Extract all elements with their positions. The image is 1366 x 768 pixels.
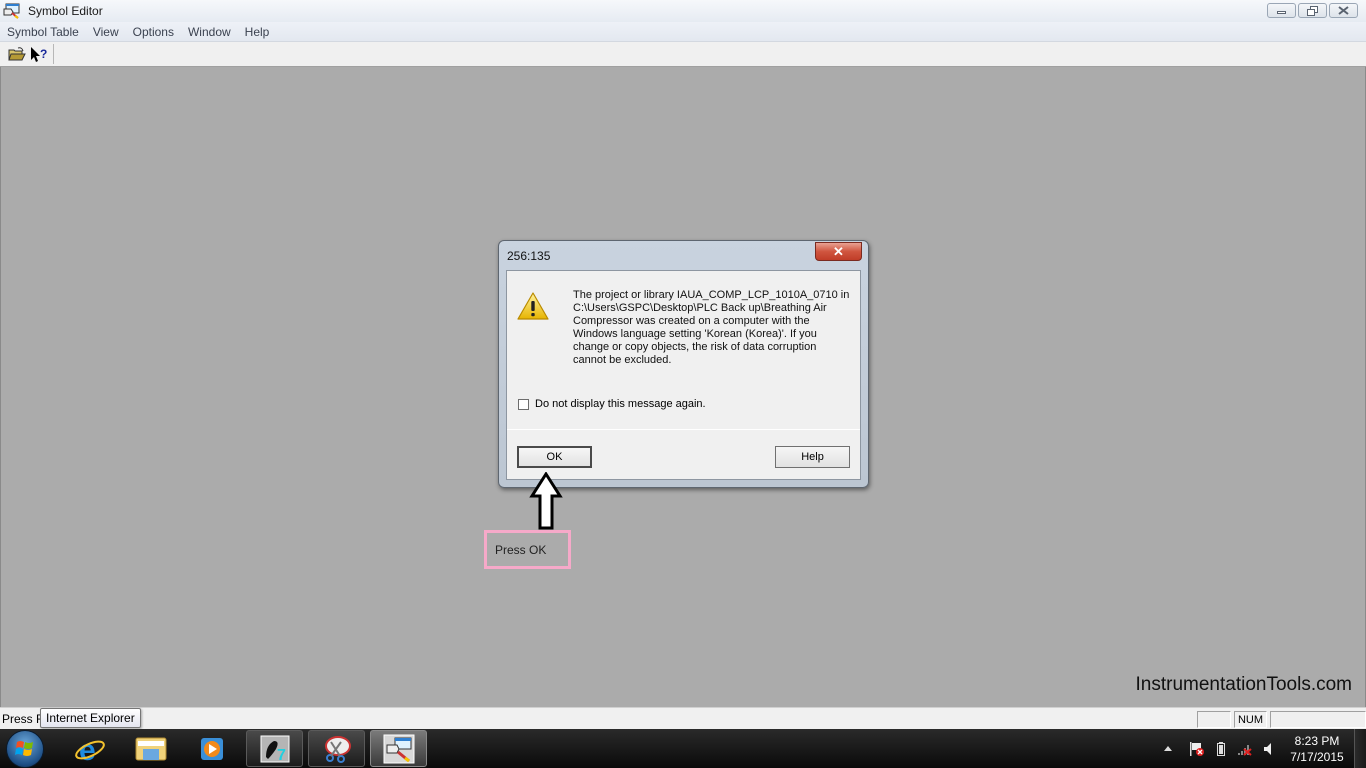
open-folder-icon: [8, 46, 26, 60]
message-line: C:\Users\GSPC\Desktop\PLC Back up\Breath…: [573, 302, 827, 314]
warning-icon: [517, 292, 549, 320]
title-bar: Symbol Editor: [0, 0, 1366, 22]
media-player-icon: [200, 737, 223, 760]
folder-icon: [135, 737, 166, 760]
taskbar: e 7 8:23 PM 7/17/2015: [0, 729, 1366, 768]
menu-bar: Symbol Table View Options Window Help: [0, 22, 1366, 42]
dialog-divider: [507, 429, 860, 430]
menu-help[interactable]: Help: [238, 25, 277, 39]
svg-text:7: 7: [277, 747, 286, 763]
close-icon: ✕: [833, 243, 844, 259]
message-line: Windows language setting 'Korean (Korea)…: [573, 328, 817, 340]
up-arrow-annotation: [529, 472, 563, 530]
close-button[interactable]: [1329, 3, 1358, 18]
snipping-tool-icon: [324, 735, 351, 763]
message-line: change or copy objects, the risk of data…: [573, 341, 817, 353]
menu-options[interactable]: Options: [126, 25, 181, 39]
taskbar-windows-explorer[interactable]: [122, 730, 179, 767]
restore-icon: [1307, 5, 1318, 16]
taskbar-simatic-manager[interactable]: 7: [246, 730, 303, 767]
restore-button[interactable]: [1298, 3, 1327, 18]
window-title: Symbol Editor: [28, 4, 103, 18]
start-button[interactable]: [6, 730, 44, 768]
annotation-label: Press OK: [495, 542, 547, 557]
dont-show-again-row[interactable]: Do not display this message again.: [518, 398, 706, 410]
clock-date: 7/17/2015: [1290, 750, 1344, 764]
message-line: cannot be excluded.: [573, 354, 672, 366]
clock-time: 8:23 PM: [1294, 734, 1340, 748]
menu-view[interactable]: View: [86, 25, 126, 39]
windows-start-icon: [15, 741, 33, 756]
toolbar-separator: [53, 44, 54, 64]
status-bar: Press F1 Internet Explorer NUM: [0, 707, 1366, 729]
system-tray: [1160, 729, 1278, 768]
toolbar: ?: [0, 42, 1366, 67]
taskbar-internet-explorer[interactable]: e: [61, 730, 118, 767]
message-line: The project or library IAUA_COMP_LCP_101…: [573, 289, 850, 301]
dont-show-again-label[interactable]: Do not display this message again.: [535, 398, 706, 410]
context-help-button[interactable]: ?: [28, 44, 50, 64]
taskbar-snipping-tool[interactable]: [308, 730, 365, 767]
battery-icon[interactable]: [1210, 741, 1232, 756]
simatic-manager-icon: 7: [260, 735, 289, 763]
language-warning-dialog: 256:135 ✕ The project or library IAUA_CO…: [498, 240, 869, 488]
symbol-editor-icon: [383, 734, 414, 763]
taskbar-tooltip: Internet Explorer: [40, 708, 141, 728]
action-center-icon[interactable]: [1184, 741, 1210, 757]
taskbar-symbol-editor[interactable]: [370, 730, 427, 767]
internet-explorer-icon: e: [74, 734, 105, 765]
status-pane-1: [1197, 711, 1231, 728]
taskbar-media-player[interactable]: [183, 730, 240, 767]
dont-show-again-checkbox[interactable]: [518, 398, 529, 410]
show-desktop-button[interactable]: [1354, 729, 1366, 768]
network-disconnected-icon[interactable]: [1232, 742, 1258, 756]
dialog-title: 256:135: [507, 249, 551, 263]
show-hidden-icons[interactable]: [1160, 746, 1176, 751]
svg-text:e: e: [79, 734, 96, 765]
help-button[interactable]: Help: [775, 446, 850, 468]
watermark: InstrumentationTools.com: [1135, 674, 1353, 695]
context-help-icon: ?: [31, 46, 47, 62]
menu-symbol-table[interactable]: Symbol Table: [0, 25, 86, 39]
minimize-icon: [1277, 11, 1286, 14]
ok-button[interactable]: OK: [517, 446, 592, 468]
message-line: Compressor was created on a computer wit…: [573, 315, 810, 327]
menu-window[interactable]: Window: [181, 25, 238, 39]
status-pane-3: [1270, 711, 1366, 728]
minimize-button[interactable]: [1267, 3, 1296, 18]
volume-icon[interactable]: [1258, 742, 1278, 756]
press-ok-annotation: Press OK: [484, 530, 571, 569]
system-clock[interactable]: 8:23 PM 7/17/2015: [1284, 733, 1350, 765]
close-icon: [1338, 6, 1349, 15]
dialog-close-button[interactable]: ✕: [815, 242, 862, 261]
num-lock-indicator: NUM: [1234, 711, 1267, 728]
dialog-message: The project or library IAUA_COMP_LCP_101…: [573, 289, 853, 367]
svg-text:?: ?: [40, 47, 47, 61]
open-button[interactable]: [6, 44, 28, 64]
dialog-body: The project or library IAUA_COMP_LCP_101…: [506, 270, 861, 480]
symbol-editor-icon[interactable]: [3, 3, 21, 19]
